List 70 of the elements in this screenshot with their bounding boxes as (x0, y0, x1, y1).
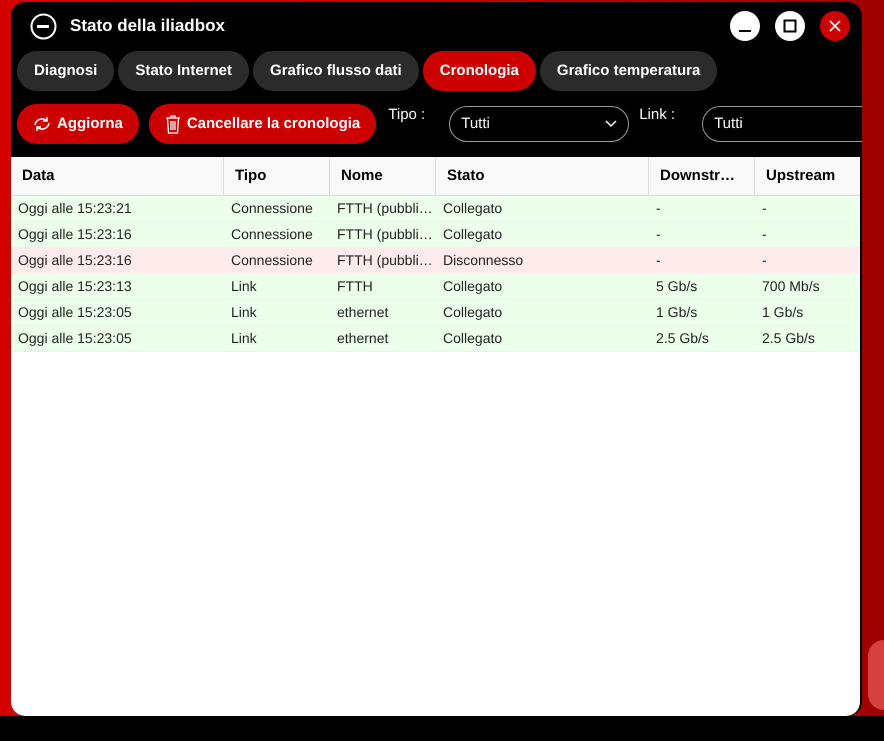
app-icon (30, 12, 57, 40)
table-cell-text: 700 Mb/s (762, 277, 820, 296)
table-cell-text: Connessione (231, 225, 313, 244)
table-cell-text: FTTH (pubbli… (337, 251, 433, 270)
table-cell-text: Oggi alle 15:23:05 (18, 329, 132, 348)
table-cell-text: FTTH (pubbli… (337, 199, 433, 218)
table-cell-text: Oggi alle 15:23:13 (18, 277, 132, 296)
table-row[interactable]: Oggi alle 15:23:05 Link ethernet Collegato 2.5 Gb/s 2.5 Gb/s (11, 326, 860, 352)
clear-history-button[interactable]: Cancellare la cronologia (148, 104, 376, 144)
table-cell-text: Collegato (443, 277, 502, 296)
maximize-icon (783, 19, 797, 33)
type-label: Tipo : (388, 105, 426, 125)
table-row[interactable]: Oggi alle 15:23:05 Link ethernet Collegato 1 Gb/s 1 Gb/s (11, 300, 860, 326)
trash-icon (164, 114, 181, 134)
column-header[interactable]: Stato (436, 157, 649, 195)
table-cell-text: - (762, 251, 767, 270)
minimize-icon (739, 30, 751, 32)
table-cell-text: Link (231, 303, 257, 322)
table-cell-text: 1 Gb/s (762, 303, 804, 322)
window-title: Stato della iliadbox (70, 15, 225, 38)
minimize-button[interactable] (730, 11, 760, 41)
table-cell-text: - (762, 225, 767, 244)
table-cell-text: ethernet (337, 303, 388, 322)
tab[interactable]: Grafico temperatura (540, 51, 718, 91)
table-cell-text: - (656, 199, 661, 218)
table-cell-text: Link (231, 329, 257, 348)
table-cell-text: Oggi alle 15:23:16 (18, 251, 132, 270)
table-cell-text: Disconnesso (443, 251, 524, 270)
tab[interactable]: Diagnosi (17, 51, 114, 91)
table-cell-text: FTTH (pubbli… (337, 225, 433, 244)
tab[interactable]: Stato Internet (118, 51, 250, 91)
column-header[interactable]: Nome (330, 157, 436, 195)
refresh-icon (33, 116, 51, 132)
table-cell-text: 2.5 Gb/s (762, 329, 815, 348)
chevron-down-icon (605, 120, 618, 128)
table-cell-text: 1 Gb/s (656, 303, 698, 322)
table-row[interactable]: Oggi alle 15:23:16 Connessione FTTH (pubbli… Disconnesso - - (11, 248, 860, 274)
maximize-button[interactable] (775, 11, 805, 41)
tab[interactable]: Grafico flusso dati (253, 51, 419, 91)
table-cell-text: FTTH (337, 277, 373, 296)
column-header[interactable]: Downstr… (649, 157, 755, 195)
table-cell-text: ethernet (337, 329, 388, 348)
table-cell-text: Connessione (231, 251, 313, 270)
refresh-button[interactable]: Aggiorna (17, 104, 139, 144)
column-header[interactable]: Upstream (755, 157, 860, 195)
link-label: Link : (639, 105, 676, 125)
table-cell-text: Connessione (231, 199, 313, 218)
tab[interactable]: Cronologia (422, 51, 536, 91)
table-cell-text: - (656, 225, 661, 244)
table-cell-text: Collegato (443, 303, 502, 322)
table-cell-text: Oggi alle 15:23:21 (18, 199, 132, 218)
table-cell-text: - (762, 199, 767, 218)
link-dropdown[interactable]: Tutti (702, 106, 862, 142)
table-cell-text: 2.5 Gb/s (656, 329, 709, 348)
table-row[interactable]: Oggi alle 15:23:13 Link FTTH Collegato 5 Gb/s 700 Mb/s (11, 274, 860, 300)
column-header[interactable]: Data (11, 157, 224, 195)
table-cell-text: Collegato (443, 329, 502, 348)
table-row[interactable]: Oggi alle 15:23:16 Connessione FTTH (pubbli… Collegato - - (11, 222, 860, 248)
table-cell-text: Oggi alle 15:23:16 (18, 225, 132, 244)
table-cell-text: Oggi alle 15:23:05 (18, 303, 132, 322)
table-cell-text: - (656, 251, 661, 270)
close-icon (828, 19, 842, 33)
table-cell-text: Collegato (443, 199, 502, 218)
table-cell-text: Collegato (443, 225, 502, 244)
type-dropdown[interactable]: Tutti (449, 106, 630, 142)
column-header[interactable]: Tipo (224, 157, 330, 195)
close-button[interactable] (820, 11, 850, 41)
table-cell-text: Link (231, 277, 257, 296)
table-cell-text: 5 Gb/s (656, 277, 698, 296)
table-row[interactable]: Oggi alle 15:23:21 Connessione FTTH (pubbli… Collegato - - (11, 196, 860, 222)
